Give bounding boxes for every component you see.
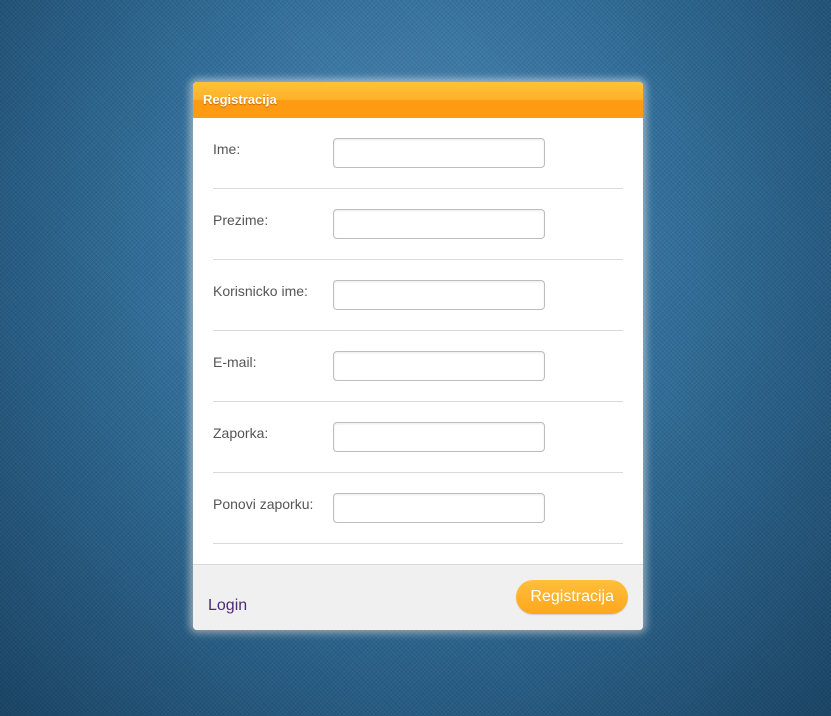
field-row-last-name: Prezime:: [213, 189, 623, 260]
registration-form: Ime: Prezime: Korisnicko ime: E-mail: Za…: [193, 118, 643, 544]
email-label: E-mail:: [213, 354, 257, 370]
field-row-email: E-mail:: [213, 331, 623, 402]
last-name-label: Prezime:: [213, 212, 269, 228]
repeat-password-label: Ponovi zaporku:: [213, 496, 314, 512]
panel-footer: Login Registracija: [193, 564, 643, 630]
panel-title: Registracija: [193, 82, 643, 118]
first-name-label: Ime:: [213, 141, 241, 157]
register-button[interactable]: Registracija: [516, 580, 628, 614]
username-input[interactable]: [333, 280, 545, 310]
repeat-password-input[interactable]: [333, 493, 545, 523]
field-row-username: Korisnicko ime:: [213, 260, 623, 331]
last-name-input[interactable]: [333, 209, 545, 239]
field-row-password: Zaporka:: [213, 402, 623, 473]
password-input[interactable]: [333, 422, 545, 452]
email-input[interactable]: [333, 351, 545, 381]
field-row-repeat-password: Ponovi zaporku:: [213, 473, 623, 544]
username-label: Korisnicko ime:: [213, 283, 308, 299]
field-row-first-name: Ime:: [213, 118, 623, 189]
registration-panel: Registracija Ime: Prezime: Korisnicko im…: [193, 82, 643, 630]
login-link[interactable]: Login: [208, 597, 247, 615]
password-label: Zaporka:: [213, 425, 269, 441]
first-name-input[interactable]: [333, 138, 545, 168]
